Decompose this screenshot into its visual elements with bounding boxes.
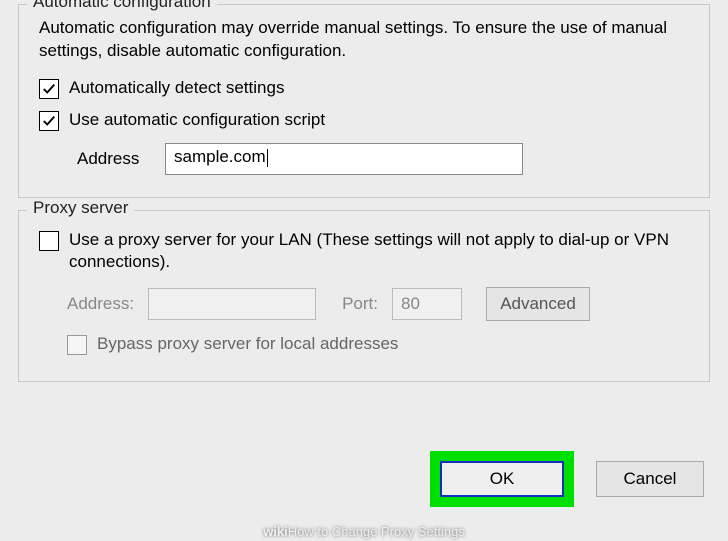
use-script-checkbox[interactable] [39,111,59,131]
proxy-port-label: Port: [342,294,378,314]
bypass-checkbox[interactable] [67,335,87,355]
ok-highlight: OK [430,451,574,507]
dialog-button-row: OK Cancel [430,451,704,507]
automatic-config-help: Automatic configuration may override man… [39,17,695,63]
use-proxy-row[interactable]: Use a proxy server for your LAN (These s… [39,229,695,273]
bypass-label: Bypass proxy server for local addresses [97,333,398,355]
use-script-label: Use automatic configuration script [69,109,325,131]
proxy-address-label: Address: [67,294,134,314]
script-address-input[interactable]: sample.com [165,143,523,175]
use-proxy-label: Use a proxy server for your LAN (These s… [69,229,695,273]
auto-detect-label: Automatically detect settings [69,77,284,99]
auto-detect-checkbox[interactable] [39,79,59,99]
text-cursor-icon [267,149,268,167]
use-script-row[interactable]: Use automatic configuration script [39,109,695,131]
proxy-server-group: Proxy server Use a proxy server for your… [18,210,710,382]
proxy-address-row: Address: Port: Advanced [67,287,695,321]
proxy-server-legend: Proxy server [27,198,134,218]
script-address-label: Address [77,149,145,169]
ok-button[interactable]: OK [440,461,564,497]
script-address-row: Address sample.com [77,143,695,175]
checkmark-icon [42,82,56,96]
checkmark-icon [42,114,56,128]
use-proxy-checkbox[interactable] [39,231,59,251]
advanced-button[interactable]: Advanced [486,287,590,321]
proxy-address-input[interactable] [148,288,316,320]
watermark: wikiHow to Change Proxy Settings [263,524,465,539]
cancel-button[interactable]: Cancel [596,461,704,497]
automatic-config-group: Automatic configuration Automatic config… [18,4,710,198]
proxy-port-input[interactable] [392,288,462,320]
bypass-row[interactable]: Bypass proxy server for local addresses [67,333,695,355]
automatic-config-legend: Automatic configuration [27,0,217,12]
lan-settings-dialog: Automatic configuration Automatic config… [0,0,728,404]
auto-detect-row[interactable]: Automatically detect settings [39,77,695,99]
